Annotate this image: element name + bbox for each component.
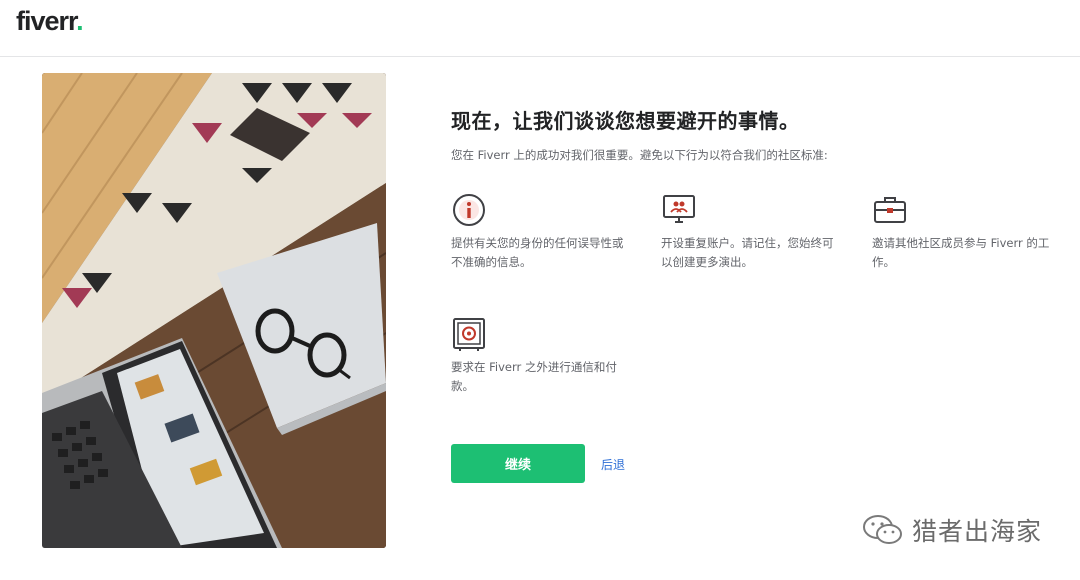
top-bar: fiverr. xyxy=(0,0,1080,57)
safe-icon xyxy=(453,318,485,351)
rule-item-off-platform-work: 邀请其他社区成员参与 Fiverr 的工作。 xyxy=(872,192,1052,272)
rule-text: 要求在 Fiverr 之外进行通信和付款。 xyxy=(451,360,617,393)
rule-text: 开设重复账户。请记住，您始终可以创建更多演出。 xyxy=(661,236,834,269)
watermark-text: 猎者出海家 xyxy=(912,517,1043,546)
main-content: 现在，让我们谈谈您想要避开的事情。 您在 Fiverr 上的成功对我们很重要。避… xyxy=(451,105,1051,393)
continue-button[interactable]: 继续 xyxy=(451,444,585,483)
rule-item-off-platform-payment: 要求在 Fiverr 之外进行通信和付款。 xyxy=(451,316,631,396)
hero-image xyxy=(42,73,386,548)
watermark: 猎者出海家 xyxy=(862,512,1042,548)
duplicate-account-icon xyxy=(663,195,695,223)
rule-text: 邀请其他社区成员参与 Fiverr 的工作。 xyxy=(872,236,1050,269)
rule-item-misleading-info: 提供有关您的身份的任何误导性或不准确的信息。 xyxy=(451,192,631,272)
back-link[interactable]: 后退 xyxy=(601,456,625,473)
page-subtitle: 您在 Fiverr 上的成功对我们很重要。避免以下行为以符合我们的社区标准: xyxy=(451,148,828,162)
briefcase-icon xyxy=(874,197,906,223)
info-icon xyxy=(453,194,485,226)
page-title: 现在，让我们谈谈您想要避开的事情。 xyxy=(451,109,800,133)
fiverr-logo[interactable]: fiverr. xyxy=(16,6,84,37)
rule-item-duplicate-account: 开设重复账户。请记住，您始终可以创建更多演出。 xyxy=(661,192,841,272)
wechat-icon xyxy=(863,515,902,544)
rule-text: 提供有关您的身份的任何误导性或不准确的信息。 xyxy=(451,236,624,269)
